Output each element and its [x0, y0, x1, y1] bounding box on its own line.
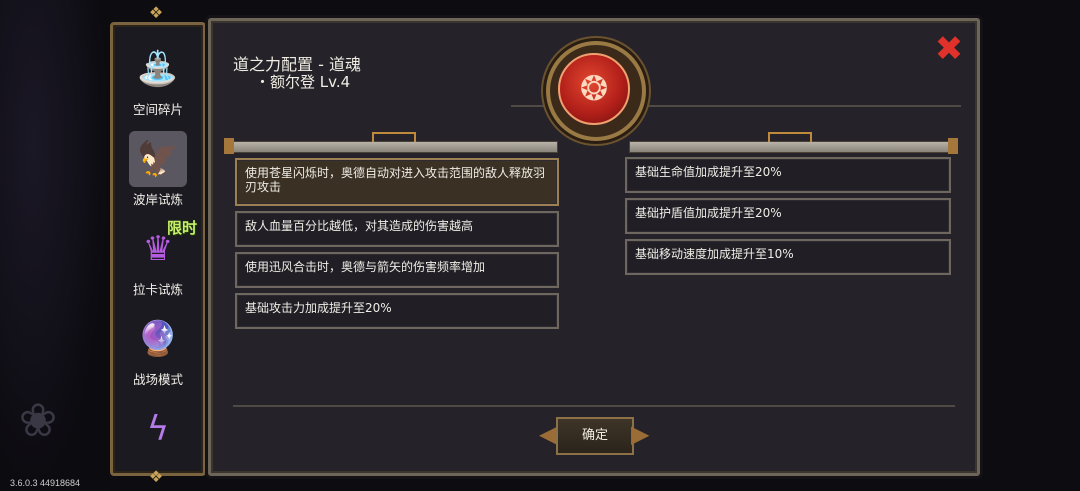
- stat-card-1[interactable]: 基础生命值加成提升至20%: [625, 157, 951, 193]
- version-label: 3.6.0.3 44918684: [10, 478, 81, 488]
- talent-card-3[interactable]: 使用迅风合击时，奥德与箭矢的伤害频率增加: [235, 252, 559, 288]
- close-button[interactable]: ✖: [933, 32, 965, 66]
- left-arrow-ornament-icon: ◀: [539, 420, 558, 448]
- panel-subtitle: ・额尔登 Lv.4: [255, 73, 351, 91]
- flower-emblem-icon: ❀: [18, 393, 58, 447]
- talent-card-4[interactable]: 基础攻击力加成提升至20%: [235, 293, 559, 329]
- sidebar-item-label: 战场模式: [132, 372, 183, 387]
- talent-text: 使用苍星闪烁时，奥德自动对进入攻击范围的敌人释放羽刃攻击: [245, 166, 546, 194]
- stat-text: 基础护盾值加成提升至20%: [635, 206, 782, 220]
- sidebar-item-space-fragment[interactable]: ⛲ 空间碎片: [119, 41, 197, 125]
- talent-text: 基础攻击力加成提升至20%: [245, 301, 392, 315]
- left-scroll-rod: [224, 132, 558, 154]
- dao-soul-emblem: ❂: [546, 41, 646, 141]
- talent-text: 使用迅风合击时，奥德与箭矢的伤害频率增加: [245, 260, 486, 274]
- stat-text: 基础生命值加成提升至20%: [635, 165, 782, 179]
- talent-text: 敌人血量百分比越低，对其造成的伤害越高: [245, 219, 474, 233]
- mode-sidebar[interactable]: ⛲ 空间碎片 🦅 波岸试炼 限时 ♛ 拉卡试炼 🔮 战场模式 ϟ: [110, 22, 206, 476]
- scroll-handle: [768, 132, 812, 142]
- sidebar-item-label: 空间碎片: [132, 102, 183, 117]
- sidebar-item-label: 波岸试炼: [132, 192, 183, 207]
- sidebar-item-boan-trial[interactable]: 🦅 波岸试炼: [119, 131, 197, 215]
- stat-text: 基础移动速度加成提升至10%: [635, 247, 794, 261]
- sidebar-item-label: 拉卡试炼: [132, 282, 183, 297]
- talent-card-1[interactable]: 使用苍星闪烁时，奥德自动对进入攻击范围的敌人释放羽刃攻击: [235, 158, 559, 206]
- dao-power-config-panel: 道之力配置 - 道魂 ・额尔登 Lv.4 ❂ ✖ 使用苍星闪烁时，奥德自动对进入…: [208, 18, 980, 476]
- stat-card-3[interactable]: 基础移动速度加成提升至10%: [625, 239, 951, 275]
- space-fragment-icon: ⛲: [136, 49, 180, 89]
- sidebar-item-battlefield[interactable]: 🔮 战场模式: [119, 311, 197, 395]
- winged-bird-icon: 🦅: [129, 131, 187, 187]
- confirm-button[interactable]: 确定: [556, 417, 634, 455]
- lightning-icon: ϟ: [146, 409, 170, 449]
- sidebar-ornament-bottom: ❖: [148, 467, 164, 486]
- limited-time-badge: 限时: [166, 219, 197, 237]
- wizard-icon: 🔮: [136, 319, 180, 359]
- right-scroll-rod: [629, 132, 958, 154]
- scroll-cap: [224, 138, 234, 154]
- footer-divider: [233, 405, 955, 407]
- scroll-handle: [372, 132, 416, 142]
- stat-card-2[interactable]: 基础护盾值加成提升至20%: [625, 198, 951, 234]
- sidebar-ornament-top: ❖: [148, 3, 164, 22]
- scroll-cap: [948, 138, 958, 154]
- right-arrow-ornament-icon: ▶: [631, 420, 650, 448]
- phoenix-emblem-icon: ❂: [558, 53, 630, 125]
- sidebar-item-laka-trial[interactable]: 限时 ♛ 拉卡试炼: [119, 219, 197, 305]
- talent-card-2[interactable]: 敌人血量百分比越低，对其造成的伤害越高: [235, 211, 559, 247]
